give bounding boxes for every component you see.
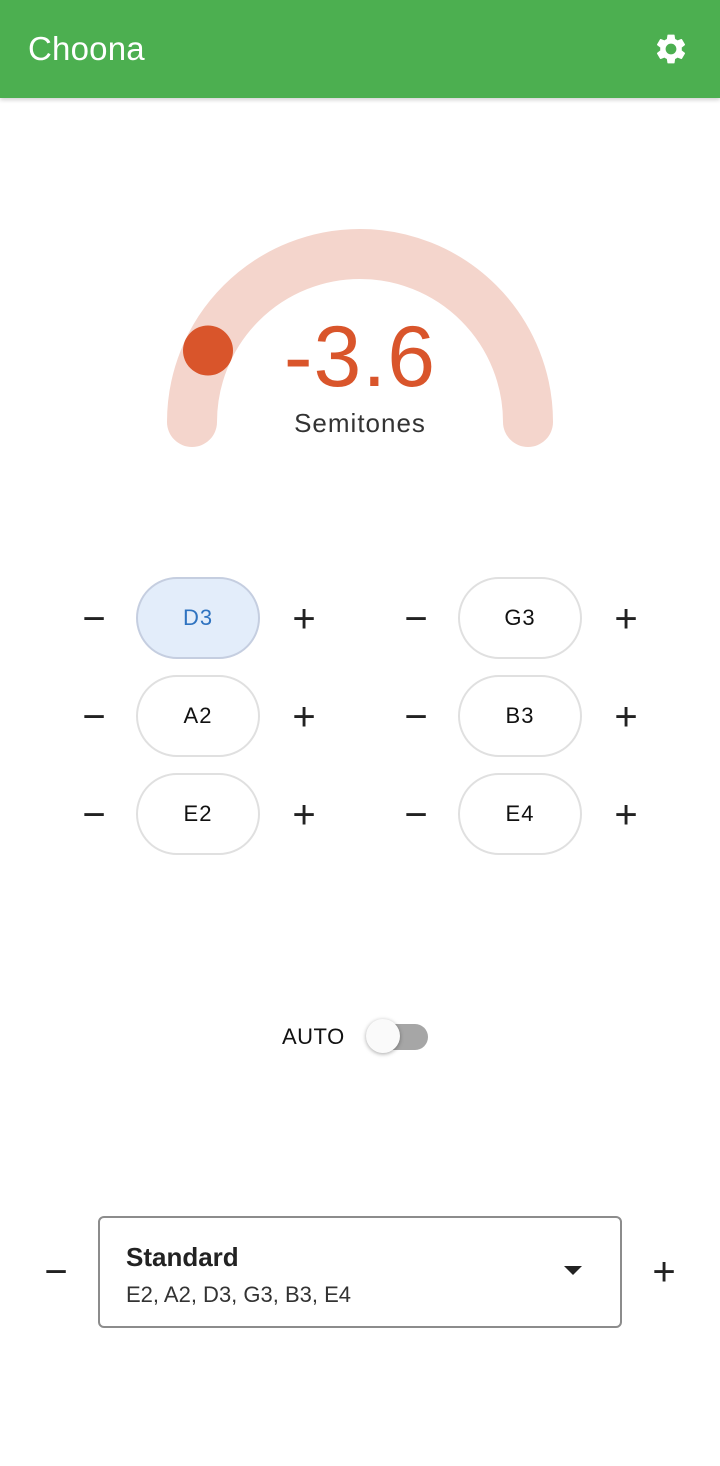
string-decrease-button[interactable]: −	[388, 689, 444, 745]
dropdown-arrow-icon	[564, 1266, 582, 1275]
tuning-next-button[interactable]: +	[636, 1244, 692, 1300]
settings-button[interactable]	[648, 26, 694, 72]
plus-icon: +	[652, 1250, 676, 1294]
app-title: Choona	[28, 30, 145, 67]
string-increase-button[interactable]: +	[276, 689, 332, 745]
string-increase-button[interactable]: +	[276, 787, 332, 843]
minus-icon: −	[82, 793, 106, 837]
minus-icon: −	[82, 597, 106, 641]
plus-icon: +	[292, 695, 316, 739]
string-increase-button[interactable]: +	[598, 787, 654, 843]
string-decrease-button[interactable]: −	[66, 689, 122, 745]
minus-icon: −	[44, 1250, 68, 1294]
tuning-notes: E2, A2, D3, G3, B3, E4	[126, 1282, 352, 1307]
minus-icon: −	[82, 695, 106, 739]
auto-mode-row: AUTO	[0, 1012, 720, 1062]
app-bar: Choona	[0, 0, 720, 98]
minus-icon: −	[404, 695, 428, 739]
gauge-unit-label: Semitones	[294, 408, 426, 438]
string-increase-button[interactable]: +	[598, 689, 654, 745]
gear-icon	[656, 34, 686, 64]
auto-label: AUTO	[282, 1024, 345, 1049]
tuning-previous-button[interactable]: −	[28, 1244, 84, 1300]
plus-icon: +	[614, 597, 638, 641]
string-note-chip[interactable]: E4	[458, 773, 582, 855]
tuning-name: Standard	[126, 1242, 239, 1272]
plus-icon: +	[292, 597, 316, 641]
string-decrease-button[interactable]: −	[388, 591, 444, 647]
minus-icon: −	[404, 597, 428, 641]
string-note-chip[interactable]: B3	[458, 675, 582, 757]
auto-toggle-thumb[interactable]	[366, 1019, 400, 1053]
string-note-chip[interactable]: A2	[136, 675, 260, 757]
minus-icon: −	[404, 793, 428, 837]
plus-icon: +	[614, 793, 638, 837]
string-increase-button[interactable]: +	[276, 591, 332, 647]
string-increase-button[interactable]: +	[598, 591, 654, 647]
tuning-dropdown[interactable]: Standard E2, A2, D3, G3, B3, E4	[98, 1216, 622, 1328]
string-decrease-button[interactable]: −	[66, 591, 122, 647]
gauge-value: -3.6	[283, 309, 437, 405]
tuning-selector-row: − Standard E2, A2, D3, G3, B3, E4 +	[0, 1216, 720, 1328]
plus-icon: +	[292, 793, 316, 837]
string-note-chip[interactable]: D3	[136, 577, 260, 659]
plus-icon: +	[614, 695, 638, 739]
string-decrease-button[interactable]: −	[66, 787, 122, 843]
string-note-chip[interactable]: G3	[458, 577, 582, 659]
string-decrease-button[interactable]: −	[388, 787, 444, 843]
string-note-chip[interactable]: E2	[136, 773, 260, 855]
